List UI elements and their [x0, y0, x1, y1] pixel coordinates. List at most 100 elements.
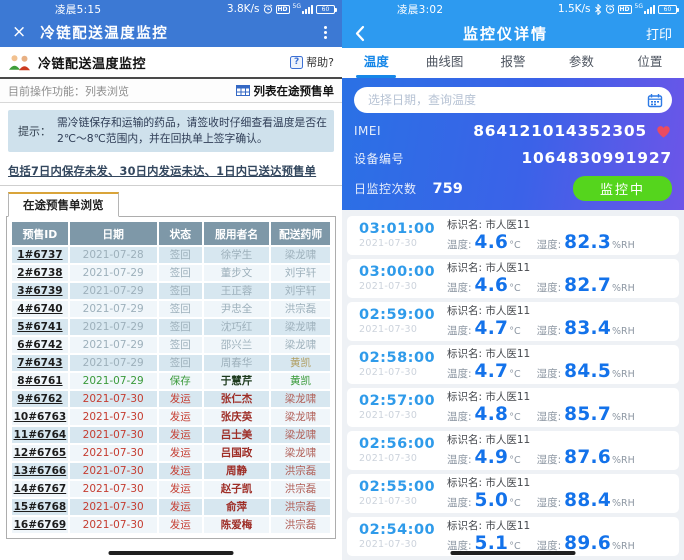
- temperature-record[interactable]: 02:59:002021-07-30标识名: 市人医11温度: 4.7°C湿度:…: [347, 302, 679, 341]
- record-date: 2021-07-30: [359, 496, 447, 507]
- order-id-link[interactable]: 6#6742: [17, 339, 62, 351]
- left-status-bar: 凌晨5:15 3.8K/s HD 5G 60: [0, 0, 342, 18]
- record-measurements: 温度: 4.9°C湿度: 87.6%RH: [447, 447, 671, 468]
- order-id-cell: 14#6767: [12, 481, 68, 497]
- temperature-unit: °C: [509, 369, 520, 380]
- record-time: 03:00:00: [359, 264, 447, 280]
- home-indicator[interactable]: [109, 551, 234, 555]
- tab-presale-browse[interactable]: 在途预售单浏览: [8, 192, 119, 217]
- order-id-link[interactable]: 7#6743: [17, 357, 62, 369]
- humidity-unit: %RH: [612, 455, 635, 466]
- temperature-value: 4.7: [475, 318, 509, 339]
- order-id-link[interactable]: 2#6738: [17, 267, 62, 279]
- temperature-record[interactable]: 02:57:002021-07-30标识名: 市人医11温度: 4.8°C湿度:…: [347, 388, 679, 427]
- record-tag-name: 标识名: 市人医11: [447, 432, 671, 447]
- serial-label: 设备编号: [354, 150, 404, 167]
- menu-dots-icon[interactable]: [324, 31, 327, 34]
- humidity-unit: %RH: [612, 240, 635, 251]
- humidity-value: 83.4: [564, 318, 611, 339]
- order-id-link[interactable]: 8#6761: [17, 375, 62, 387]
- order-id-link[interactable]: 9#6762: [17, 393, 62, 405]
- temperature-record[interactable]: 02:58:002021-07-30标识名: 市人医11温度: 4.7°C湿度:…: [347, 345, 679, 384]
- help-link[interactable]: ? 帮助?: [290, 54, 334, 70]
- patient-cell: 张庆英: [204, 409, 269, 425]
- tab-参数[interactable]: 参数: [547, 48, 615, 78]
- order-id-link[interactable]: 1#6737: [17, 249, 62, 261]
- table-row: 10#67632021-07-30发运张庆英梁龙啸: [12, 409, 330, 425]
- table-row: 6#67422021-07-29签回邵兴兰梁龙啸: [12, 337, 330, 353]
- order-id-cell: 1#6737: [12, 247, 68, 263]
- order-id-link[interactable]: 12#6765: [14, 447, 67, 459]
- order-id-link[interactable]: 13#6766: [14, 465, 67, 477]
- record-time: 02:59:00: [359, 307, 447, 323]
- heart-icon[interactable]: [655, 124, 672, 139]
- table-row: 7#67432021-07-29签回周春华黄凯: [12, 355, 330, 371]
- temperature-unit: °C: [509, 326, 520, 337]
- temperature-record[interactable]: 02:55:002021-07-30标识名: 市人医11温度: 5.0°C湿度:…: [347, 474, 679, 513]
- right-status-bar: 凌晨3:02 1.5K/s HD 5G 60: [342, 0, 684, 18]
- record-time: 02:54:00: [359, 522, 447, 538]
- tab-曲线图[interactable]: 曲线图: [410, 48, 478, 78]
- back-chevron-icon[interactable]: [354, 25, 365, 42]
- table-row: 4#67402021-07-29签回尹忠全洪宗磊: [12, 301, 330, 317]
- record-values-block: 标识名: 市人医11温度: 4.7°C湿度: 83.4%RH: [447, 303, 671, 339]
- calendar-icon[interactable]: [647, 93, 663, 108]
- patient-cell: 周春华: [204, 355, 269, 371]
- record-tag-name: 标识名: 市人医11: [447, 303, 671, 318]
- patient-cell: 俞萍: [204, 499, 269, 515]
- date-cell: 2021-07-30: [70, 391, 157, 407]
- temperature-label: 温度:: [447, 366, 472, 381]
- record-time: 02:58:00: [359, 350, 447, 366]
- order-id-link[interactable]: 4#6740: [17, 303, 62, 315]
- order-id-cell: 15#6768: [12, 499, 68, 515]
- date-cell: 2021-07-29: [70, 373, 157, 389]
- list-presale-link[interactable]: 列表在途预售单: [236, 83, 335, 99]
- table-row: 12#67652021-07-30发运吕国政梁龙啸: [12, 445, 330, 461]
- print-button[interactable]: 打印: [646, 24, 672, 43]
- pharmacist-cell: 梁龙啸: [271, 409, 330, 425]
- pharmacist-cell: 刘宇轩: [271, 265, 330, 281]
- order-id-link[interactable]: 11#6764: [14, 429, 67, 441]
- pharmacist-cell: 刘宇轩: [271, 283, 330, 299]
- table-row: 16#67692021-07-30发运陈爱梅洪宗磊: [12, 517, 330, 533]
- order-id-link[interactable]: 15#6768: [14, 501, 67, 513]
- tab-位置[interactable]: 位置: [616, 48, 684, 78]
- record-tag-name: 标识名: 市人医11: [447, 475, 671, 490]
- temperature-record[interactable]: 03:01:002021-07-30标识名: 市人医11温度: 4.6°C湿度:…: [347, 216, 679, 255]
- presale-filter-link[interactable]: 包括7日内保存未发、30日内发运未达、1日内已送达预售单: [8, 165, 316, 178]
- record-time: 03:01:00: [359, 221, 447, 237]
- tab-温度[interactable]: 温度: [342, 48, 410, 78]
- order-id-link[interactable]: 5#6741: [17, 321, 62, 333]
- temperature-label: 温度:: [447, 237, 472, 252]
- temperature-record[interactable]: 03:00:002021-07-30标识名: 市人医11温度: 4.6°C湿度:…: [347, 259, 679, 298]
- device-info-panel: IMEI 864121014352305 设备编号 1064830991927 …: [342, 78, 684, 210]
- tab-报警[interactable]: 报警: [479, 48, 547, 78]
- close-icon[interactable]: ×: [12, 24, 26, 41]
- pharmacist-cell: 洪宗磊: [271, 517, 330, 533]
- column-header: 服用者名: [204, 222, 269, 245]
- date-cell: 2021-07-30: [70, 517, 157, 533]
- order-id-link[interactable]: 3#6739: [17, 285, 62, 297]
- home-indicator[interactable]: [451, 551, 576, 555]
- record-date: 2021-07-30: [359, 367, 447, 378]
- monitoring-status-button[interactable]: 监控中: [573, 176, 672, 201]
- order-id-link[interactable]: 14#6767: [14, 483, 67, 495]
- right-nav-title: 监控仪详情: [365, 23, 646, 44]
- users-icon: [8, 54, 32, 71]
- humidity-label: 湿度:: [537, 409, 562, 424]
- status-cell: 发运: [159, 499, 202, 515]
- record-tag-name: 标识名: 市人医11: [447, 346, 671, 361]
- temperature-record[interactable]: 02:56:002021-07-30标识名: 市人医11温度: 4.9°C湿度:…: [347, 431, 679, 470]
- date-search-input[interactable]: [368, 93, 647, 107]
- order-id-link[interactable]: 10#6763: [14, 411, 67, 423]
- table-row: 13#67662021-07-30发运周静洪宗磊: [12, 463, 330, 479]
- status-cell: 发运: [159, 445, 202, 461]
- temperature-label: 温度:: [447, 495, 472, 510]
- patient-cell: 董步文: [204, 265, 269, 281]
- pharmacist-cell: 黄凯: [271, 373, 330, 389]
- right-net-speed: 1.5K/s: [558, 3, 591, 15]
- order-id-link[interactable]: 16#6769: [14, 519, 67, 531]
- record-tag-name: 标识名: 市人医11: [447, 217, 671, 232]
- status-cell: 发运: [159, 391, 202, 407]
- date-cell: 2021-07-29: [70, 283, 157, 299]
